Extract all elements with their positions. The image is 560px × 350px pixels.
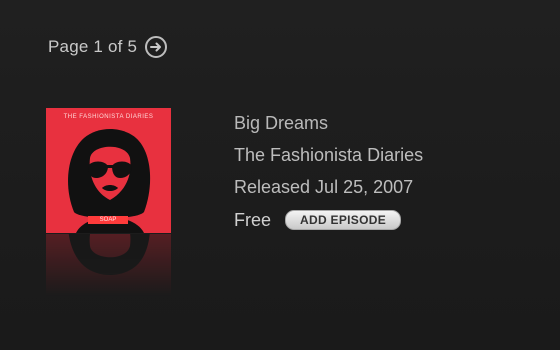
pagination: Page 1 of 5: [48, 34, 168, 60]
price-label: Free: [234, 209, 272, 230]
episode-title[interactable]: Big Dreams: [234, 111, 423, 143]
add-episode-button[interactable]: ADD EPISODE: [285, 210, 401, 230]
show-name[interactable]: The Fashionista Diaries: [234, 143, 423, 175]
arrow-right-icon: [150, 42, 162, 52]
reflection-face-image: [68, 234, 150, 275]
fashionista-face-image: [68, 129, 151, 233]
artwork-reflection: [46, 234, 171, 296]
price-row: Free ADD EPISODE: [234, 207, 423, 233]
next-page-icon[interactable]: [145, 36, 168, 58]
artwork-title: THE FASHIONISTA DIARIES: [63, 114, 154, 120]
page-indicator: Page 1 of 5: [48, 37, 138, 56]
release-date: Released Jul 25, 2007: [234, 177, 414, 197]
artwork-badge: SOAP: [88, 216, 128, 224]
store-panel: Page 1 of 5 THE FASHIONISTA DIARIES SOAP: [0, 0, 560, 350]
podcast-artwork[interactable]: THE FASHIONISTA DIARIES SOAP: [46, 108, 171, 233]
episode-info: Big Dreams The Fashionista Diaries Relea…: [234, 111, 423, 233]
